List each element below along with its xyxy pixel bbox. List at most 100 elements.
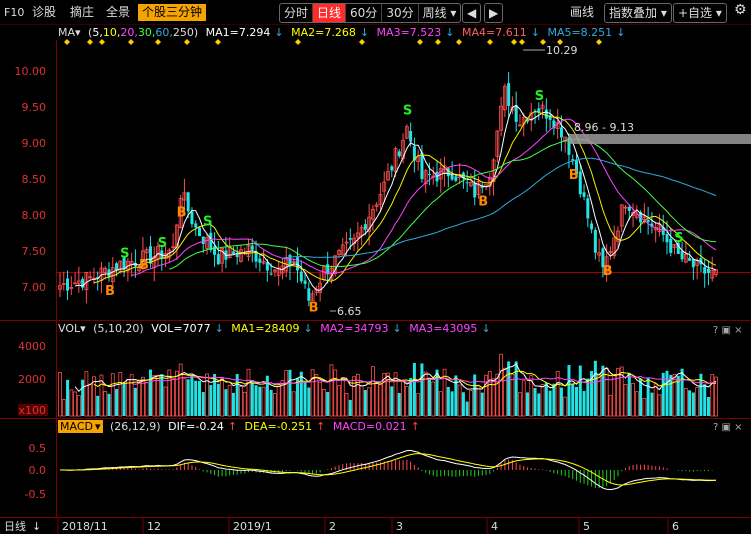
- volume-bar: [703, 384, 707, 416]
- volume-bar: [582, 391, 586, 416]
- volume-bar: [672, 373, 677, 417]
- volume-bar: [650, 392, 654, 416]
- event-marker-icon: [87, 39, 93, 45]
- buy-signal: B: [478, 195, 488, 210]
- volume-bar: [296, 378, 300, 416]
- volume-bar: [586, 378, 590, 416]
- macd-tick: 0.0: [29, 464, 47, 477]
- candle-body: [559, 127, 563, 138]
- volume-bar: [623, 384, 628, 417]
- time-tick: 2: [329, 520, 336, 533]
- volume-bar: [438, 391, 443, 417]
- volume-bar: [261, 386, 266, 417]
- time-axis: 日线 ↓ 2018/11 12 2019/1 2 3 4 5 6: [4, 519, 679, 533]
- candle-body: [397, 151, 401, 157]
- volume-bar: [631, 382, 635, 417]
- volume-bar: [495, 373, 500, 417]
- volume-bar: [122, 382, 126, 416]
- volume-bar: [397, 393, 401, 416]
- volume-bar: [201, 392, 205, 416]
- high-annotation: 10.29: [546, 44, 578, 57]
- event-marker-icon: [99, 39, 105, 45]
- volume-bar: [593, 360, 597, 416]
- candle-body: [507, 83, 511, 106]
- volume-bar: [548, 390, 552, 416]
- candle-body: [703, 266, 707, 274]
- time-mode[interactable]: 日线: [4, 519, 26, 533]
- candle-body: [390, 166, 394, 171]
- volume-bar: [688, 390, 692, 416]
- volume-bar: [307, 387, 311, 416]
- event-marker-icon: [435, 39, 441, 45]
- volume-bar: [220, 377, 225, 417]
- volume-bar: [239, 386, 243, 417]
- candle-body: [299, 271, 303, 282]
- volume-bar: [242, 391, 247, 417]
- kline-chart[interactable]: 8.96 - 9.13 10.29 6.65 BBBBBBBSSSSSS 10.…: [0, 0, 751, 534]
- volume-bar: [231, 392, 235, 416]
- volume-bar: [148, 369, 152, 416]
- volume-bar: [540, 384, 545, 417]
- candle-body: [363, 224, 367, 230]
- volume-bar: [612, 374, 617, 417]
- time-tick: 4: [491, 520, 498, 533]
- candle-body: [680, 251, 684, 260]
- volume-bar: [710, 374, 715, 417]
- volume-bar: [510, 373, 515, 417]
- volume-bar: [571, 384, 575, 416]
- volume-bar: [431, 381, 436, 417]
- event-marker-icon: [64, 39, 70, 45]
- volume-bar: [642, 398, 647, 417]
- volume-bar: [61, 398, 66, 417]
- volume-bar: [318, 381, 323, 417]
- candle-body: [454, 176, 458, 181]
- volume-bar: [559, 387, 563, 416]
- volume-bar: [322, 388, 326, 417]
- macd-histogram: [63, 459, 717, 489]
- volume-bar: [348, 399, 352, 416]
- candle-body: [514, 105, 518, 122]
- candle-body: [250, 245, 254, 250]
- volume-bar: [544, 382, 548, 416]
- candle-body: [258, 258, 262, 263]
- low-annotation: 6.65: [337, 305, 362, 318]
- volume-bar: [171, 378, 176, 417]
- volume-bar: [329, 364, 334, 417]
- event-marker-icon: [519, 39, 525, 45]
- volume-bar: [608, 394, 613, 417]
- volume-bar: [326, 392, 330, 416]
- event-marker-icon: [456, 39, 462, 45]
- sell-signal: S: [535, 89, 544, 104]
- volume-bar: [457, 384, 462, 417]
- buy-signal: B: [603, 264, 613, 279]
- candle-body: [307, 288, 311, 301]
- volume-bar: [344, 393, 349, 417]
- price-tick: 8.50: [22, 173, 47, 186]
- volume-bar: [333, 369, 338, 417]
- volume-bar: [216, 383, 220, 416]
- volume-bar: [73, 391, 77, 417]
- candle-body: [578, 171, 582, 195]
- volume-bar: [525, 392, 529, 416]
- candle-body: [627, 206, 631, 211]
- volume-bar: [469, 390, 473, 417]
- volume-bar: [81, 379, 85, 416]
- volume-bar: [144, 382, 149, 417]
- buy-signal: B: [309, 301, 319, 316]
- candle-body: [665, 234, 669, 243]
- price-range-box: [569, 134, 751, 144]
- volume-bar: [115, 389, 119, 416]
- event-marker-icon: [295, 39, 301, 45]
- volume-bar: [653, 383, 658, 417]
- volume-tick: 2000: [18, 373, 46, 386]
- candle-body: [473, 183, 477, 198]
- volume-bar: [480, 392, 484, 416]
- volume-bar: [476, 385, 481, 417]
- volume-bar: [646, 378, 650, 416]
- volume-bar: [103, 391, 108, 417]
- candle-body: [646, 220, 650, 223]
- volume-bar: [209, 385, 213, 416]
- volume-bar: [552, 383, 556, 416]
- volume-bar: [125, 379, 130, 417]
- volume-bar: [265, 375, 269, 416]
